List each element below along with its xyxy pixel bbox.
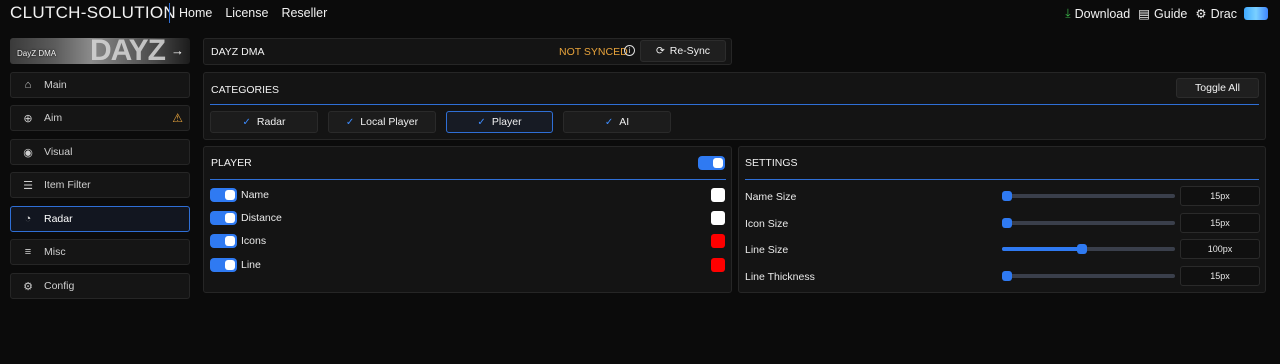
list-icon: ☰ <box>23 179 33 192</box>
category-player[interactable]: ✓ Player <box>446 111 553 133</box>
sidebar-item-config[interactable]: ⚙ Config <box>10 273 190 299</box>
sidebar-item-label: Config <box>44 280 75 292</box>
brand-divider <box>169 3 170 23</box>
sidebar-item-label: Item Filter <box>44 179 91 191</box>
resync-button[interactable]: ⟳ Re-Sync <box>640 40 726 62</box>
option-label-name: Name <box>241 189 270 201</box>
product-title: DAYZ DMA <box>211 46 265 58</box>
line-size-slider[interactable] <box>1002 244 1175 254</box>
toggle-all-button[interactable]: Toggle All <box>1176 78 1259 98</box>
crosshair-icon: ⊕ <box>23 112 33 125</box>
check-icon: ✓ <box>604 116 614 128</box>
gear-icon: ⚙ <box>1195 7 1207 21</box>
player-master-toggle[interactable] <box>698 156 725 170</box>
distance-toggle[interactable] <box>210 211 237 225</box>
sidebar-item-radar[interactable]: ◔ Radar <box>10 206 190 232</box>
name-size-slider[interactable] <box>1002 191 1175 201</box>
slider-label-line-thickness: Line Thickness <box>745 271 815 283</box>
menu-icon: ≡ <box>24 246 32 258</box>
info-icon[interactable]: i <box>624 45 635 56</box>
download-link[interactable]: ⤓ Download <box>1065 6 1130 21</box>
category-label: Player <box>491 116 522 128</box>
top-bar: CLUTCH-SOLUTION Home License Reseller ⤓ … <box>0 0 1280 28</box>
nav-home[interactable]: Home <box>179 6 212 20</box>
gears-icon: ⚙ <box>23 280 33 293</box>
category-label: AI <box>619 116 630 128</box>
sidebar-item-label: Visual <box>44 146 73 158</box>
categories-divider <box>210 104 1259 105</box>
eye-icon: ◉ <box>23 146 33 159</box>
sidebar-item-label: Radar <box>44 213 73 225</box>
switch-arrow-icon[interactable]: → <box>171 43 184 58</box>
line-color-swatch[interactable] <box>711 258 725 272</box>
rank-badge-icon <box>1244 7 1268 20</box>
book-icon: ▤ <box>1138 7 1151 21</box>
game-banner[interactable]: DAYZ DayZ DMA → <box>10 38 190 64</box>
category-local-player[interactable]: ✓ Local Player <box>328 111 436 133</box>
name-size-value[interactable]: 15px <box>1180 186 1260 206</box>
name-color-swatch[interactable] <box>711 188 725 202</box>
icon-size-slider[interactable] <box>1002 218 1175 228</box>
home-icon: ⌂ <box>24 79 32 91</box>
nav-reseller[interactable]: Reseller <box>281 6 327 20</box>
user-menu[interactable]: ⚙ Drac <box>1195 6 1268 21</box>
sidebar-item-item-filter[interactable]: ☰ Item Filter <box>10 172 190 198</box>
settings-title: SETTINGS <box>745 157 798 169</box>
category-label: Radar <box>256 116 286 128</box>
distance-color-swatch[interactable] <box>711 211 725 225</box>
sidebar-item-label: Misc <box>44 246 66 258</box>
resync-label: Re-Sync <box>669 45 711 57</box>
slider-label-icon-size: Icon Size <box>745 218 789 230</box>
sidebar-item-label: Main <box>44 79 67 91</box>
line-thickness-value[interactable]: 15px <box>1180 266 1260 286</box>
guide-label: Guide <box>1154 6 1188 21</box>
sidebar-item-aim[interactable]: ⊕ Aim ⚠ <box>10 105 190 131</box>
name-toggle[interactable] <box>210 188 237 202</box>
sync-status: NOT SYNCED <box>559 46 628 58</box>
sidebar-item-visual[interactable]: ◉ Visual <box>10 139 190 165</box>
warning-icon: ⚠ <box>172 111 183 125</box>
main-nav: Home License Reseller <box>179 6 327 20</box>
check-icon: ✓ <box>477 116 486 128</box>
icons-color-swatch[interactable] <box>711 234 725 248</box>
player-panel <box>203 146 732 293</box>
player-divider <box>210 179 726 180</box>
check-icon: ✓ <box>242 116 251 128</box>
line-toggle[interactable] <box>210 258 237 272</box>
icons-toggle[interactable] <box>210 234 237 248</box>
category-radar[interactable]: ✓ Radar <box>210 111 318 133</box>
sidebar-item-main[interactable]: ⌂ Main <box>10 72 190 98</box>
radar-icon: ◔ <box>24 213 32 225</box>
download-icon: ⤓ <box>1065 6 1071 20</box>
download-label: Download <box>1074 6 1131 21</box>
brand-logo[interactable]: CLUTCH-SOLUTION <box>10 3 176 23</box>
categories-title: CATEGORIES <box>211 84 280 96</box>
category-ai[interactable]: ✓ AI <box>563 111 671 133</box>
option-label-distance: Distance <box>241 212 282 224</box>
icon-size-value[interactable]: 15px <box>1180 213 1260 233</box>
sidebar-item-misc[interactable]: ≡ Misc <box>10 239 190 265</box>
right-nav: ⤓ Download ▤ Guide ⚙ Drac <box>1065 6 1268 21</box>
option-label-icons: Icons <box>241 235 267 247</box>
refresh-icon: ⟳ <box>655 45 665 57</box>
game-art-text: DAYZ <box>90 38 166 64</box>
settings-divider <box>745 179 1259 180</box>
sidebar-item-label: Aim <box>44 112 63 124</box>
category-label: Local Player <box>360 116 419 128</box>
slider-label-line-size: Line Size <box>745 244 789 256</box>
player-title: PLAYER <box>211 157 252 169</box>
check-icon: ✓ <box>345 116 355 128</box>
line-size-value[interactable]: 100px <box>1180 239 1260 259</box>
game-label: DayZ DMA <box>17 49 57 58</box>
slider-label-name-size: Name Size <box>745 191 797 203</box>
option-label-line: Line <box>241 259 261 271</box>
user-name: Drac <box>1210 6 1237 21</box>
line-thickness-slider[interactable] <box>1002 271 1175 281</box>
nav-license[interactable]: License <box>225 6 268 20</box>
guide-link[interactable]: ▤ Guide <box>1138 6 1188 22</box>
